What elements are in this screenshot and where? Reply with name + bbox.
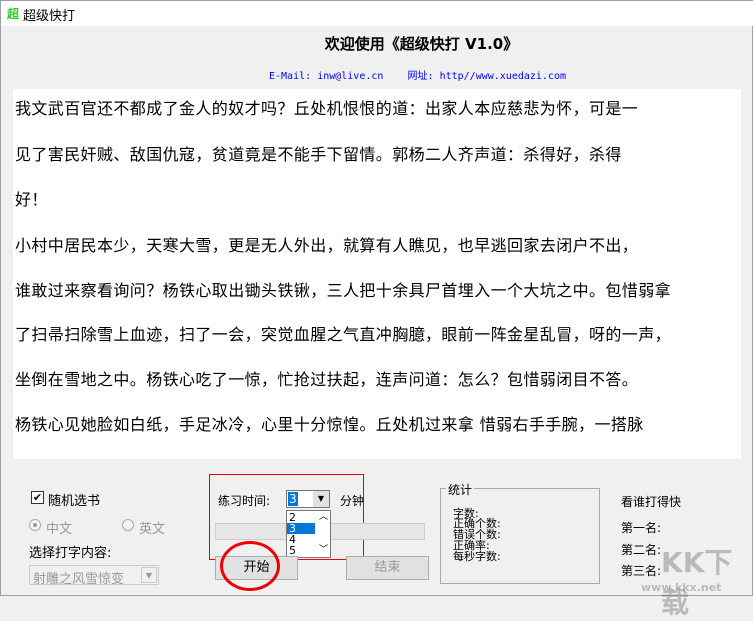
rank-second: 第二名:	[621, 543, 662, 557]
typing-text-area[interactable]: 我文武百官还不都成了金人的奴才吗？丘处机恨恨的道：出家人本应慈悲为怀，可是一 见…	[13, 89, 741, 459]
english-label: 英文	[139, 522, 166, 537]
time-select[interactable]: 3 ▼	[286, 490, 330, 508]
chevron-down-icon[interactable]: ▼	[141, 567, 157, 583]
email-label: E-Mail:	[269, 71, 312, 82]
contact-info: E-Mail: inw@live.cn 网址: http//www.xuedaz…	[269, 67, 566, 82]
text-line: 小村中居民本少，天寒大雪，更是无人外出，就算有人瞧见，也早逃回家去闭户不出，	[15, 236, 639, 255]
rank-first: 第一名:	[621, 521, 662, 535]
text-line: 好！	[15, 190, 48, 209]
text-line: 见了害民奸贼、敌国仇寇，贫道竟是不能手下留情。郭杨二人齐声道：杀得好，杀得	[15, 145, 622, 164]
english-radio[interactable]	[122, 519, 134, 531]
chevron-down-icon[interactable]: ▼	[313, 491, 329, 507]
scroll-up-icon[interactable]: ︿	[319, 512, 328, 523]
random-book-checkbox[interactable]: ✔	[31, 491, 44, 504]
text-line: 我文武百官还不都成了金人的奴才吗？丘处机恨恨的道：出家人本应慈悲为怀，可是一	[15, 99, 639, 118]
random-book-label: 随机选书	[48, 494, 101, 509]
email-link[interactable]: inw@live.cn	[317, 71, 383, 82]
text-line: 杨铁心见她脸如白纸，手足冰冷，心里十分惊惶。丘处机过来拿 惜弱右手手腕，一搭脉	[15, 415, 644, 434]
chinese-label: 中文	[46, 522, 73, 537]
ranking-title: 看谁打得快	[621, 495, 682, 509]
watermark-url: www.kkx.net	[641, 581, 722, 594]
stat-speed: 每秒字数:	[453, 550, 501, 563]
text-line: 了扫帚扫除雪上血迹，扫了一会，突觉血腥之气直冲胸臆，眼前一阵金星乱冒，呀的一声，	[15, 325, 672, 344]
app-logo-icon: 超	[7, 7, 20, 21]
rank-third: 第三名:	[621, 564, 662, 578]
content-select-value: 射雕之风雪惊变	[33, 572, 125, 587]
time-unit: 分钟	[340, 494, 365, 508]
window-title: 超级快打	[23, 9, 76, 24]
stats-legend: 统计	[446, 481, 475, 498]
scroll-down-icon[interactable]: ﹀	[319, 545, 328, 556]
time-dropdown-list[interactable]: 2 3 4 5 ︿ ﹀	[286, 510, 331, 558]
title-bar: 超 超级快打	[1, 1, 753, 26]
content-label: 选择打字内容:	[29, 546, 112, 561]
site-link[interactable]: http//www.xuedazi.com	[440, 71, 566, 82]
content-select[interactable]: 射雕之风雪惊变 ▼	[29, 565, 159, 587]
text-line: 坐倒在雪地之中。杨铁心吃了一惊，忙抢过扶起，连声问道：怎么？包惜弱闭目不答。	[15, 370, 639, 389]
time-label: 练习时间:	[218, 494, 271, 508]
welcome-heading: 欢迎使用《超级快打 V1.0》	[324, 35, 519, 53]
highlight-circle	[220, 541, 280, 591]
site-label: 网址:	[407, 71, 434, 82]
chinese-radio[interactable]	[29, 519, 41, 531]
time-option[interactable]: 5	[287, 545, 315, 556]
text-line: 谁敢过来察看询问？杨铁心取出锄头铁锹，三人把十余具尸首埋入一个大坑之中。包惜弱拿	[15, 281, 672, 300]
end-button[interactable]: 结束	[346, 556, 429, 580]
time-select-value: 3	[288, 492, 298, 506]
